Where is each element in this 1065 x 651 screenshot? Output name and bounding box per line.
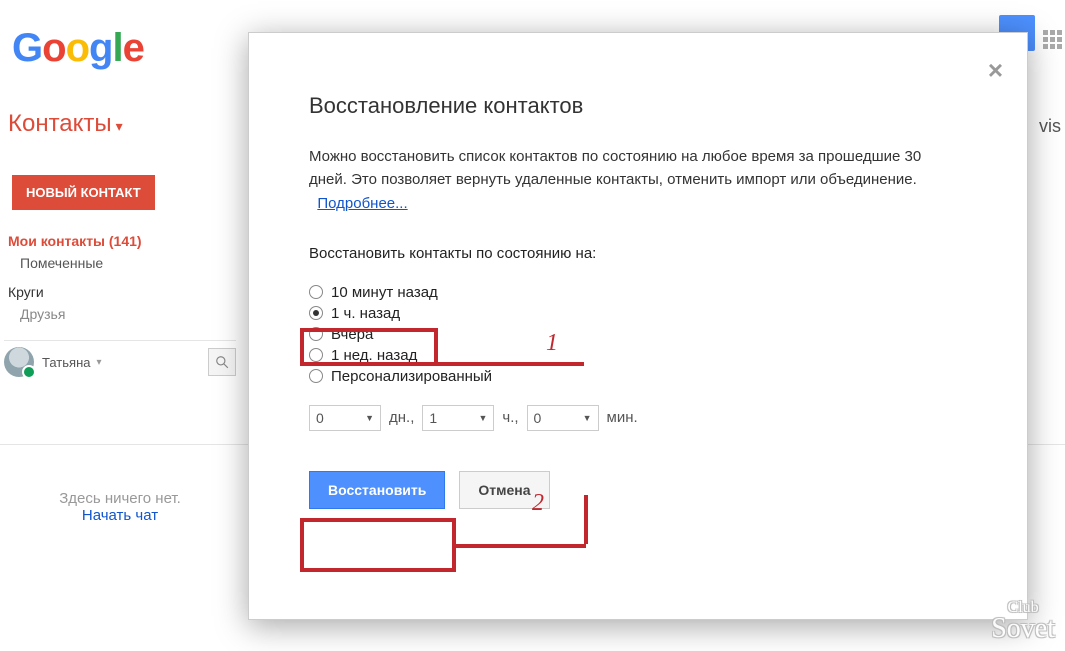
caret-down-icon: ▾ bbox=[116, 118, 123, 134]
option-10min[interactable]: 10 минут назад bbox=[309, 282, 967, 303]
avatar[interactable] bbox=[4, 347, 34, 377]
radio-icon bbox=[309, 369, 323, 383]
caret-down-icon: ▾ bbox=[96, 357, 101, 368]
dialog-description: Можно восстановить список контактов по с… bbox=[309, 145, 949, 215]
chevron-down-icon: ▼ bbox=[365, 413, 374, 423]
option-yesterday[interactable]: Вчера bbox=[309, 324, 967, 345]
sidebar-my-contacts[interactable]: Мои контакты (141) bbox=[8, 230, 228, 252]
sidebar: Мои контакты (141) Помеченные Круги Друз… bbox=[8, 230, 228, 326]
dialog-title: Восстановление контактов bbox=[309, 93, 967, 119]
search-icon bbox=[215, 355, 229, 369]
close-icon[interactable]: × bbox=[988, 57, 1003, 83]
user-name[interactable]: Татьяна▾ bbox=[42, 355, 200, 370]
chat-empty-state: Здесь ничего нет. Начать чат bbox=[20, 490, 220, 524]
mins-select[interactable]: 0▼ bbox=[527, 405, 599, 431]
chevron-down-icon: ▼ bbox=[478, 413, 487, 423]
radio-icon bbox=[309, 348, 323, 362]
sidebar-starred[interactable]: Помеченные bbox=[8, 252, 228, 274]
option-custom[interactable]: Персонализированный bbox=[309, 366, 967, 387]
google-logo: Google bbox=[12, 26, 144, 71]
user-chip-row: Татьяна▾ bbox=[4, 340, 236, 377]
apps-grid-icon[interactable] bbox=[1043, 30, 1063, 50]
restore-contacts-dialog: × Восстановление контактов Можно восстан… bbox=[248, 32, 1028, 620]
sidebar-friends[interactable]: Друзья bbox=[8, 303, 228, 325]
chevron-down-icon: ▼ bbox=[583, 413, 592, 423]
learn-more-link[interactable]: Подробнее... bbox=[317, 195, 407, 212]
days-label: дн., bbox=[389, 409, 414, 426]
radio-icon bbox=[309, 285, 323, 299]
hours-select[interactable]: 1▼ bbox=[422, 405, 494, 431]
clipped-text: vis bbox=[1039, 116, 1061, 137]
app-title-dropdown[interactable]: Контакты▾ bbox=[8, 110, 123, 138]
days-select[interactable]: 0▼ bbox=[309, 405, 381, 431]
cancel-button[interactable]: Отмена bbox=[459, 471, 549, 509]
hours-label: ч., bbox=[502, 409, 518, 426]
radio-icon bbox=[309, 327, 323, 341]
option-1week[interactable]: 1 нед. назад bbox=[309, 345, 967, 366]
search-button[interactable] bbox=[208, 348, 236, 376]
sidebar-circles[interactable]: Круги bbox=[8, 281, 228, 303]
start-chat-link[interactable]: Начать чат bbox=[82, 507, 158, 524]
mins-label: мин. bbox=[607, 409, 638, 426]
restore-options-group: 10 минут назад 1 ч. назад Вчера 1 нед. н… bbox=[309, 282, 967, 387]
new-contact-button[interactable]: НОВЫЙ КОНТАКТ bbox=[12, 175, 155, 210]
restore-button[interactable]: Восстановить bbox=[309, 471, 445, 509]
custom-time-row: 0▼ дн., 1▼ ч., 0▼ мин. bbox=[309, 405, 967, 431]
restore-point-label: Восстановить контакты по состоянию на: bbox=[309, 245, 967, 262]
radio-icon bbox=[309, 306, 323, 320]
option-1hour[interactable]: 1 ч. назад bbox=[309, 303, 967, 324]
watermark: Club Sovet bbox=[991, 601, 1055, 641]
